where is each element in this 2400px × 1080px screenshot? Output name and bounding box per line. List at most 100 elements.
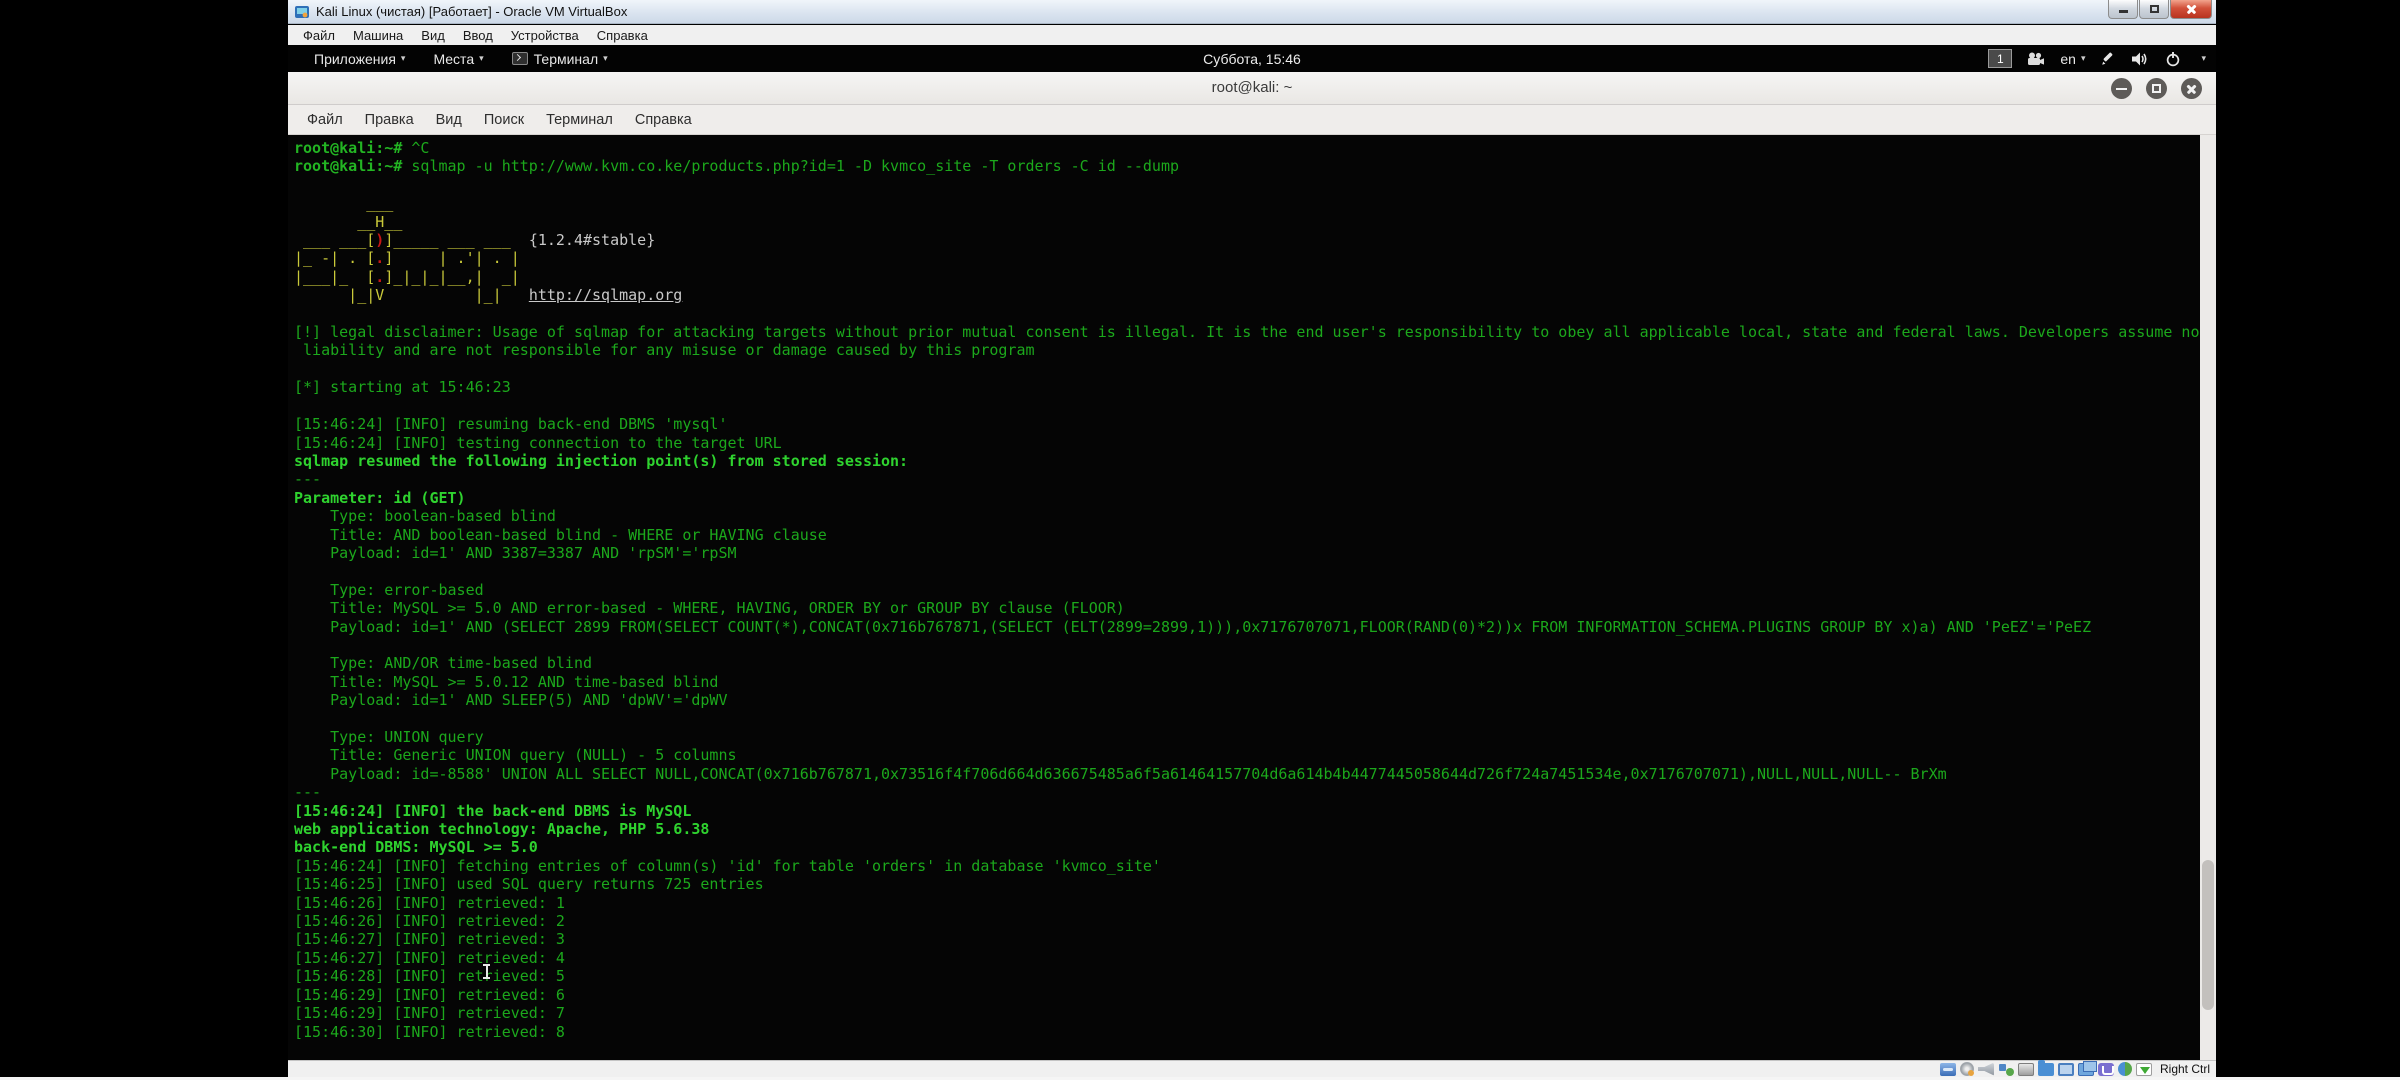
host-menu-help[interactable]: Справка (588, 28, 657, 43)
virtualization-status-icon[interactable] (2098, 1063, 2114, 1076)
vbox-status-bar: Right Ctrl (288, 1060, 2216, 1077)
terminal-app-menu[interactable]: Терминал▾ (498, 51, 622, 67)
network-status-icon[interactable] (1998, 1063, 2014, 1076)
applications-menu[interactable]: Приложения▾ (300, 51, 419, 67)
terminal-line: Type: UNION query (294, 728, 2198, 746)
terminal-line: __H__ (294, 213, 2198, 231)
terminal-line: ___ (294, 194, 2198, 212)
volume-icon[interactable] (2131, 51, 2150, 67)
minimize-icon (2116, 88, 2127, 91)
terminal-line: Title: MySQL >= 5.0 AND error-based - WH… (294, 599, 2198, 617)
restore-button[interactable] (2139, 0, 2169, 19)
minimize-button[interactable] (2108, 0, 2138, 19)
terminal-close-button[interactable] (2181, 78, 2202, 99)
terminal-line: Title: MySQL >= 5.0.12 AND time-based bl… (294, 673, 2198, 691)
terminal-line: [15:46:24] [INFO] testing connection to … (294, 434, 2198, 452)
host-menubar: Файл Машина Вид Ввод Устройства Справка (288, 25, 2216, 45)
chevron-down-icon: ▾ (603, 53, 608, 64)
terminal-line: [15:46:24] [INFO] the back-end DBMS is M… (294, 802, 2198, 820)
scrollbar-thumb[interactable] (2202, 860, 2214, 1010)
workspace-indicator[interactable]: 1 (1988, 49, 2012, 68)
keyboard-capture-status-icon[interactable] (2136, 1063, 2152, 1076)
terminal-line (294, 360, 2198, 378)
terminal-line: [!] legal disclaimer: Usage of sqlmap fo… (294, 323, 2198, 341)
power-icon[interactable] (2165, 51, 2181, 67)
harddisk-status-icon[interactable] (1940, 1063, 1956, 1076)
clock[interactable]: Суббота, 15:46 (1203, 51, 1301, 67)
host-menu-file[interactable]: Файл (294, 28, 344, 43)
terminal-title: root@kali: ~ (1212, 79, 1293, 96)
terminal-line: Type: error-based (294, 581, 2198, 599)
terminal-menu-terminal[interactable]: Терминал (535, 112, 624, 128)
terminal-line (294, 176, 2198, 194)
terminal-scrollbar[interactable] (2200, 135, 2216, 1062)
terminal-line: --- (294, 470, 2198, 488)
places-menu[interactable]: Места▾ (419, 51, 497, 67)
terminal-menu-help[interactable]: Справка (624, 112, 703, 128)
terminal-line: Payload: id=-8588' UNION ALL SELECT NULL… (294, 765, 2198, 783)
vm-window-icon (294, 4, 310, 20)
terminal-line: Payload: id=1' AND (SELECT 2899 FROM(SEL… (294, 618, 2198, 636)
system-menu-chevron-icon[interactable]: ▾ (2201, 53, 2206, 64)
host-titlebar[interactable]: Kali Linux (чистая) [Работает] - Oracle … (288, 0, 2216, 24)
terminal-line: root@kali:~# sqlmap -u http://www.kvm.co… (294, 157, 2198, 175)
terminal-line: |_|V |_| http://sqlmap.org (294, 286, 2198, 304)
terminal-menu-view[interactable]: Вид (425, 112, 473, 128)
terminal-output[interactable]: root@kali:~# ^Croot@kali:~# sqlmap -u ht… (294, 139, 2198, 1062)
usb-status-icon[interactable] (2018, 1063, 2034, 1076)
terminal-line: --- (294, 783, 2198, 801)
terminal-titlebar[interactable]: root@kali: ~ (288, 72, 2216, 105)
terminal-line: root@kali:~# ^C (294, 139, 2198, 157)
recording-status-icon[interactable] (2078, 1063, 2094, 1076)
terminal-line: Parameter: id (GET) (294, 489, 2198, 507)
terminal-line: ___ ___[)]_____ ___ ___ {1.2.4#stable} (294, 231, 2198, 249)
terminal-line (294, 710, 2198, 728)
mouse-integration-status-icon[interactable] (2118, 1062, 2132, 1076)
terminal-line: Payload: id=1' AND SLEEP(5) AND 'dpWV'='… (294, 691, 2198, 709)
terminal-maximize-button[interactable] (2146, 78, 2167, 99)
terminal-line: |_ -| . [.] | .'| . | (294, 249, 2198, 267)
optical-drive-status-icon[interactable] (1960, 1062, 1974, 1076)
audio-status-icon[interactable] (1978, 1063, 1994, 1076)
keyboard-layout-indicator[interactable]: en▾ (2060, 51, 2085, 67)
terminal-line: [15:46:30] [INFO] retrieved: 8 (294, 1023, 2198, 1041)
terminal-line: [*] starting at 15:46:23 (294, 378, 2198, 396)
terminal-line (294, 305, 2198, 323)
shared-folders-status-icon[interactable] (2038, 1063, 2054, 1076)
pencil-tool-icon[interactable] (2100, 51, 2116, 67)
terminal-menu-file[interactable]: Файл (296, 112, 354, 128)
gnome-top-bar: Приложения▾ Места▾ Терминал▾ Суббота, 15… (288, 45, 2216, 72)
host-menu-input[interactable]: Ввод (454, 28, 502, 43)
terminal-line: [15:46:26] [INFO] retrieved: 1 (294, 894, 2198, 912)
terminal-window: root@kali: ~ Файл Правка Вид Поиск Терми… (288, 72, 2216, 1062)
terminal-line: [15:46:28] [INFO] retrieved: 5 (294, 967, 2198, 985)
host-menu-devices[interactable]: Устройства (502, 28, 588, 43)
terminal-line (294, 636, 2198, 654)
terminal-line: sqlmap resumed the following injection p… (294, 452, 2198, 470)
terminal-line: [15:46:25] [INFO] used SQL query returns… (294, 875, 2198, 893)
terminal-menubar: Файл Правка Вид Поиск Терминал Справка (288, 105, 2216, 135)
terminal-line: Title: Generic UNION query (NULL) - 5 co… (294, 746, 2198, 764)
terminal-line: [15:46:27] [INFO] retrieved: 3 (294, 930, 2198, 948)
chevron-down-icon: ▾ (479, 53, 484, 64)
restore-icon (2150, 5, 2159, 13)
terminal-menu-search[interactable]: Поиск (473, 112, 535, 128)
terminal-line: back-end DBMS: MySQL >= 5.0 (294, 838, 2198, 856)
minimize-icon (2119, 10, 2128, 13)
host-key-label: Right Ctrl (2160, 1062, 2210, 1076)
text-cursor-ibeam (482, 964, 491, 979)
host-window-title: Kali Linux (чистая) [Работает] - Oracle … (316, 4, 627, 19)
terminal-line: web application technology: Apache, PHP … (294, 820, 2198, 838)
close-button[interactable] (2170, 0, 2212, 19)
terminal-line: [15:46:24] [INFO] fetching entries of co… (294, 857, 2198, 875)
host-menu-view[interactable]: Вид (412, 28, 454, 43)
terminal-line: liability and are not responsible for an… (294, 341, 2198, 359)
screen-recorder-icon[interactable] (2027, 52, 2045, 66)
virtualbox-window: Kali Linux (чистая) [Работает] - Oracle … (288, 0, 2216, 1077)
host-window-controls (2107, 0, 2212, 19)
terminal-minimize-button[interactable] (2111, 78, 2132, 99)
terminal-line: [15:46:24] [INFO] resuming back-end DBMS… (294, 415, 2198, 433)
display-status-icon[interactable] (2058, 1063, 2074, 1076)
terminal-menu-edit[interactable]: Правка (354, 112, 425, 128)
host-menu-machine[interactable]: Машина (344, 28, 412, 43)
